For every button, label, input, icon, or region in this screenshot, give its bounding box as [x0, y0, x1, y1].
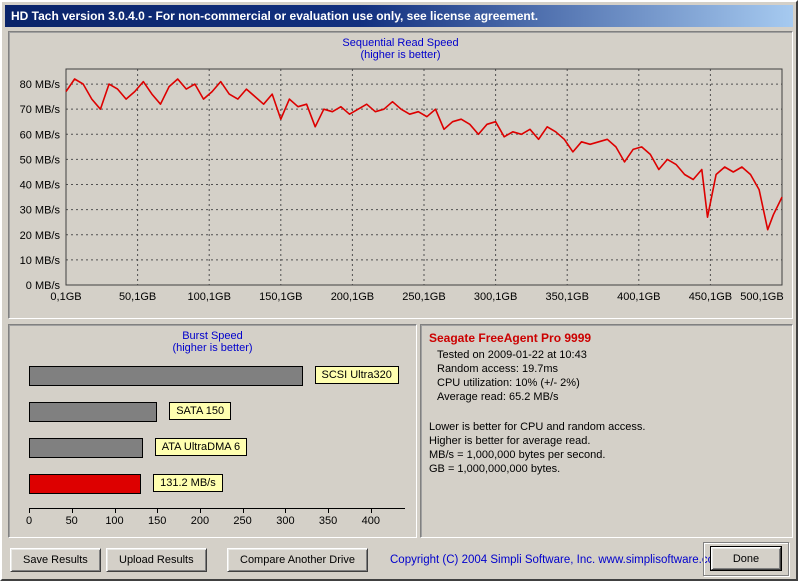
burst-bar-label: ATA UltraDMA 6 — [154, 438, 248, 456]
burst-bar — [29, 402, 158, 422]
x-tick-label: 100,1GB — [187, 291, 230, 303]
axis-tick — [328, 508, 330, 513]
x-tick-label: 400,1GB — [617, 291, 660, 303]
average-read-text: Average read: 65.2 MB/s — [437, 391, 559, 403]
axis-tick — [370, 508, 372, 513]
burst-speed-subtitle: (higher is better) — [172, 342, 253, 354]
y-tick-label: 40 MB/s — [19, 180, 60, 192]
info-note: Higher is better for average read. — [429, 435, 591, 447]
x-tick-label: 500,1GB — [740, 291, 783, 303]
x-tick-label: 200,1GB — [330, 291, 373, 303]
axis-tick-label: 300 — [276, 515, 295, 527]
burst-speed-title: Burst Speed — [182, 330, 243, 342]
compare-another-drive-button[interactable]: Compare Another Drive — [227, 548, 368, 572]
burst-bar-label: 131.2 MB/s — [153, 474, 223, 492]
burst-speed-chart: SCSI Ultra320 SATA 150 ATA UltraDMA 6 131.2… — [25, 358, 410, 530]
y-tick-label: 80 MB/s — [19, 79, 60, 91]
axis-tick-label: 150 — [148, 515, 167, 527]
axis-tick — [29, 508, 30, 513]
sequential-read-panel: Sequential Read Speed (higher is better)… — [8, 31, 793, 319]
burst-bar-label: SCSI Ultra320 — [314, 366, 399, 384]
axis-tick — [242, 508, 244, 513]
y-tick-label: 30 MB/s — [19, 205, 60, 217]
burst-bar — [29, 366, 303, 386]
window-title: HD Tach version 3.0.4.0 - For non-commer… — [11, 9, 539, 23]
y-tick-label: 20 MB/s — [19, 230, 60, 242]
sequential-read-chart: 0,1GB 50,1GB 100,1GB 150,1GB 200,1GB 250,1GB 3… — [19, 68, 783, 303]
x-tick-label: 150,1GB — [259, 291, 302, 303]
random-access-text: Random access: 19.7ms — [437, 363, 559, 375]
info-note: MB/s = 1,000,000 bytes per second. — [429, 449, 606, 461]
plot-border — [65, 68, 782, 286]
x-tick-label: 50,1GB — [118, 291, 155, 303]
y-tick-label: 50 MB/s — [19, 154, 60, 166]
sequential-read-subtitle: (higher is better) — [360, 49, 441, 61]
burst-bar-label: SATA 150 — [169, 402, 232, 420]
x-tick-label: 250,1GB — [402, 291, 445, 303]
x-tick-label: 0,1GB — [50, 291, 81, 303]
axis-tick — [157, 508, 159, 513]
title-bar[interactable]: HD Tach version 3.0.4.0 - For non-commer… — [5, 5, 793, 27]
drive-info-panel: Seagate FreeAgent Pro 9999 Tested on 200… — [420, 324, 793, 538]
save-results-button[interactable]: Save Results — [10, 548, 101, 572]
burst-bar — [29, 474, 142, 494]
x-tick-label: 300,1GB — [473, 291, 516, 303]
burst-bar — [29, 438, 143, 458]
burst-speed-panel: Burst Speed (higher is better) SCSI Ultr… — [8, 324, 417, 538]
axis-tick-label: 50 — [65, 515, 78, 527]
y-tick-label: 60 MB/s — [19, 129, 60, 141]
drive-name: Seagate FreeAgent Pro 9999 — [429, 331, 592, 345]
info-notes: Lower is better for CPU and random acces… — [429, 420, 784, 476]
done-button-frame: Done — [703, 542, 789, 576]
axis-tick-label: 250 — [233, 515, 252, 527]
axis-tick — [114, 508, 116, 513]
y-tick-label: 0 MB/s — [25, 280, 60, 292]
axis-tick-label: 400 — [361, 515, 380, 527]
cpu-utilization-text: CPU utilization: 10% (+/- 2%) — [437, 377, 580, 389]
x-tick-label: 350,1GB — [545, 291, 588, 303]
y-tick-label: 70 MB/s — [19, 104, 60, 116]
info-note: GB = 1,000,000,000 bytes. — [429, 463, 561, 475]
axis-tick — [71, 508, 73, 513]
tested-on-text: Tested on 2009-01-22 at 10:43 — [437, 349, 587, 361]
upload-results-button[interactable]: Upload Results — [106, 548, 207, 572]
copyright-text: Copyright (C) 2004 Simpli Software, Inc.… — [390, 554, 724, 566]
axis-tick — [199, 508, 201, 513]
axis-tick-label: 350 — [318, 515, 338, 527]
axis-tick-label: 200 — [190, 515, 210, 527]
x-tick-label: 450,1GB — [688, 291, 731, 303]
axis-tick-label: 0 — [25, 515, 33, 527]
axis-tick-label: 100 — [105, 515, 124, 527]
info-note: Lower is better for CPU and random acces… — [429, 421, 646, 433]
sequential-read-title: Sequential Read Speed — [342, 37, 459, 49]
axis-tick — [285, 508, 287, 513]
done-button[interactable]: Done — [710, 546, 782, 571]
y-tick-label: 10 MB/s — [19, 255, 60, 267]
burst-x-axis — [29, 508, 405, 509]
app-window: HD Tach version 3.0.4.0 - For non-commer… — [0, 0, 798, 581]
